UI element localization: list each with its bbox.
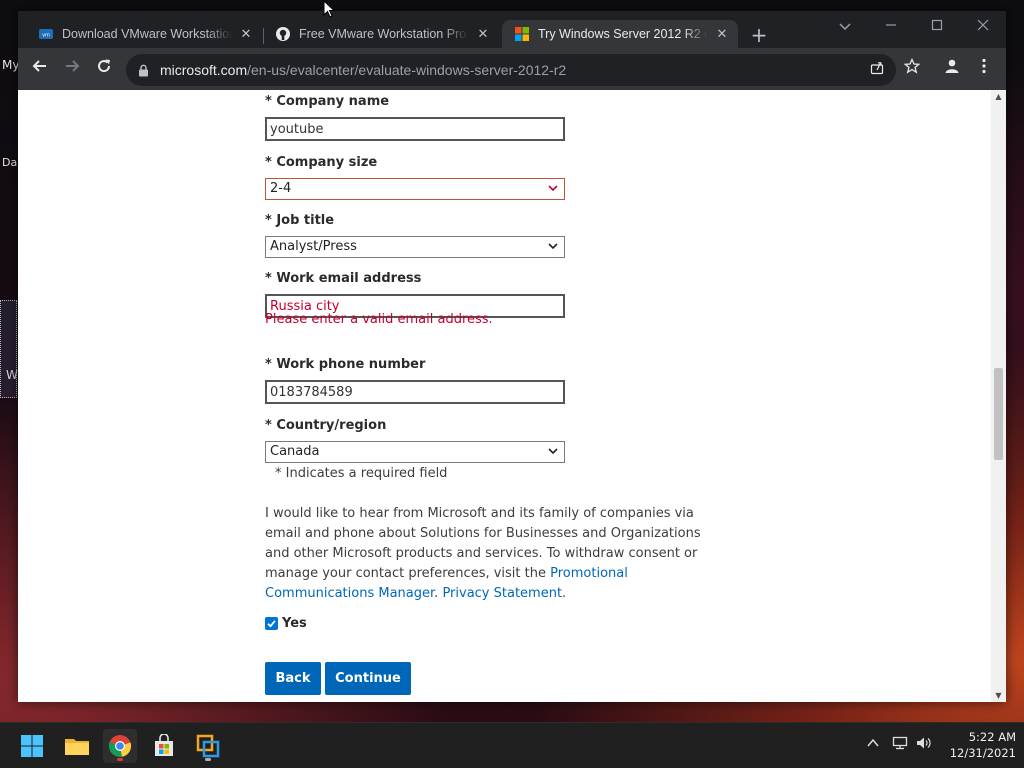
scroll-down-arrow-icon[interactable]: ▼ (994, 691, 1003, 700)
start-button[interactable] (15, 729, 49, 763)
svg-text:vm: vm (42, 33, 50, 39)
tab-search-icon[interactable] (834, 16, 856, 38)
tab-title: Try Windows Server 2012 R2 on Microsoft (538, 27, 708, 41)
privacy-statement-link[interactable]: Privacy Statement (442, 586, 562, 601)
mouse-cursor-icon (323, 0, 335, 18)
url-path: /en-us/evalcenter/evaluate-windows-serve… (247, 62, 567, 78)
bookmark-star-icon[interactable] (900, 57, 924, 81)
browser-toolbar: microsoft.com/en-us/evalcenter/evaluate-… (18, 48, 1006, 90)
tab-vmware-download[interactable]: vm Download VMware Workstation ✕ (26, 20, 266, 48)
work-phone-field[interactable]: 0183784589 (265, 380, 565, 404)
email-error-message: Please enter a valid email address. (265, 312, 493, 327)
job-title-label: * Job title (265, 213, 335, 228)
tab-close-icon[interactable]: ✕ (475, 26, 491, 42)
web-page: * Company name youtube * Company size 2-… (18, 90, 1006, 702)
scrollbar-thumb[interactable] (994, 368, 1003, 460)
work-email-label: * Work email address (265, 271, 422, 286)
consent-checkbox-row[interactable]: Yes (265, 616, 307, 631)
reload-icon[interactable] (92, 57, 116, 81)
job-title-select[interactable]: Analyst/Press (265, 236, 565, 258)
taskbar: 5:22 AM 12/31/2021 (0, 722, 1024, 768)
tab-strip: vm Download VMware Workstation ✕ Free VM… (18, 11, 1006, 48)
consent-yes-label: Yes (282, 616, 307, 631)
page-scrollbar[interactable]: ▲ ▼ (991, 90, 1006, 702)
company-size-label: * Company size (265, 155, 378, 170)
consent-checkbox[interactable] (265, 617, 278, 630)
running-indicator (205, 758, 211, 761)
desktop-icon-label[interactable]: Da (2, 156, 17, 169)
scroll-up-arrow-icon[interactable]: ▲ (994, 92, 1003, 101)
continue-button[interactable]: Continue (325, 662, 411, 695)
more-menu-icon[interactable] (972, 57, 996, 81)
store-button[interactable] (147, 729, 181, 763)
close-window-icon[interactable] (972, 16, 994, 38)
vmware-favicon-icon: vm (38, 26, 54, 42)
desktop-icon-selection (0, 300, 17, 398)
work-phone-label: * Work phone number (265, 357, 426, 372)
clock-date: 12/31/2021 (949, 746, 1016, 760)
chevron-down-icon (548, 448, 558, 455)
network-icon[interactable] (891, 736, 909, 754)
tab-vmware-pro[interactable]: Free VMware Workstation Pro 16 ✕ (263, 20, 503, 48)
clock-time: 5:22 AM (968, 730, 1016, 744)
consent-end: . (562, 586, 567, 601)
job-title-value: Analyst/Press (270, 239, 357, 254)
country-value: Canada (270, 444, 320, 459)
address-bar[interactable]: microsoft.com/en-us/evalcenter/evaluate-… (126, 54, 896, 86)
country-label: * Country/region (265, 418, 387, 433)
forward-arrow-icon[interactable] (60, 57, 84, 81)
tab-close-icon[interactable]: ✕ (238, 26, 254, 42)
system-clock[interactable]: 5:22 AM 12/31/2021 (940, 729, 1016, 761)
file-explorer-icon (65, 739, 89, 755)
check-icon (267, 620, 276, 628)
company-size-select[interactable]: 2-4 (265, 178, 565, 200)
tab-title: Free VMware Workstation Pro 16 (299, 27, 469, 41)
chrome-button[interactable] (103, 729, 137, 763)
new-tab-button[interactable]: + (748, 25, 770, 47)
store-icon (155, 734, 173, 756)
company-name-label: * Company name (265, 94, 390, 109)
microsoft-favicon-icon (514, 26, 530, 42)
back-arrow-icon[interactable] (28, 57, 52, 81)
minimize-icon[interactable] (880, 16, 902, 38)
url-text: microsoft.com/en-us/evalcenter/evaluate-… (160, 62, 566, 78)
profile-icon[interactable] (940, 57, 964, 81)
desktop-icon-label[interactable]: My (2, 58, 19, 72)
vmware-icon (196, 734, 220, 758)
vmware-button[interactable] (191, 729, 225, 763)
back-button[interactable]: Back (265, 662, 321, 695)
country-select[interactable]: Canada (265, 441, 565, 463)
chevron-down-icon (548, 243, 558, 250)
maximize-icon[interactable] (926, 16, 948, 38)
volume-icon[interactable] (915, 736, 933, 754)
running-indicator (117, 758, 123, 761)
chevron-down-icon (548, 185, 558, 192)
chrome-window: vm Download VMware Workstation ✕ Free VM… (18, 11, 1006, 702)
share-icon[interactable] (866, 59, 888, 81)
chrome-icon (108, 735, 132, 757)
chevron-up-icon[interactable] (864, 736, 882, 754)
url-host: microsoft.com (160, 62, 248, 78)
tab-title: Download VMware Workstation (62, 27, 232, 41)
company-name-field[interactable]: youtube (265, 117, 565, 141)
consent-body: I would like to hear from Microsoft and … (265, 506, 701, 581)
lock-icon[interactable] (136, 64, 150, 77)
consent-paragraph: I would like to hear from Microsoft and … (265, 504, 725, 604)
tab-close-icon[interactable]: ✕ (714, 26, 730, 42)
tab-windows-server[interactable]: Try Windows Server 2012 R2 on Microsoft … (502, 20, 738, 48)
required-field-note: * Indicates a required field (275, 466, 448, 481)
company-size-value: 2-4 (270, 181, 292, 196)
file-explorer-button[interactable] (60, 729, 94, 763)
start-icon (21, 735, 43, 757)
github-favicon-icon (275, 26, 291, 42)
